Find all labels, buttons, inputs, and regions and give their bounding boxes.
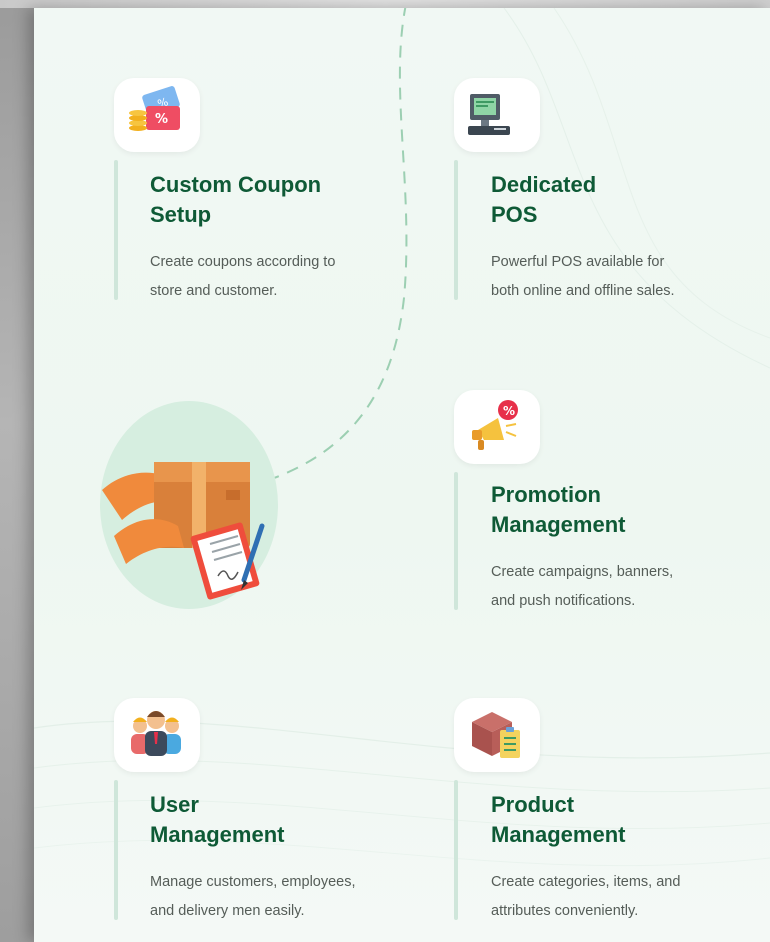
users-group-icon (131, 711, 181, 756)
features-panel: % % Custom Coupon Setup Create coupons a… (34, 8, 770, 942)
feature-description-line1: Create categories, items, and (491, 874, 681, 890)
pos-terminal-icon (468, 94, 510, 135)
feature-accent-bar (454, 472, 458, 610)
users-group-icon-tile (114, 698, 200, 772)
feature-description-line2: attributes conveniently. (491, 903, 639, 919)
megaphone-icon-tile: % (454, 390, 540, 464)
product-box-icon-tile (454, 698, 540, 772)
feature-description-line2: both online and offline sales. (491, 283, 675, 299)
feature-accent-bar (454, 780, 458, 920)
feature-title-line2: Management (491, 512, 626, 537)
feature-description-line1: Powerful POS available for (491, 254, 665, 270)
svg-text:%: % (503, 404, 515, 418)
feature-accent-bar (454, 160, 458, 300)
feature-accent-bar (114, 160, 118, 300)
feature-description-line2: and push notifications. (491, 593, 636, 609)
megaphone-icon: % (472, 400, 518, 450)
feature-title-line1: User (150, 792, 199, 817)
feature-description-line1: Create coupons according to (150, 254, 336, 270)
feature-accent-bar (114, 780, 118, 920)
delivery-package-icon (102, 462, 265, 600)
background-top-strip (0, 0, 770, 8)
coupon-icon-tile: % % (114, 78, 200, 152)
feature-title-line2: Setup (150, 202, 212, 227)
feature-description-line1: Create campaigns, banners, (491, 564, 674, 580)
product-box-icon (472, 712, 520, 758)
feature-description-line2: and delivery men easily. (150, 903, 305, 919)
svg-text:%: % (155, 112, 168, 127)
pos-terminal-icon-tile (454, 78, 540, 152)
feature-title-line1: Dedicated (491, 172, 597, 197)
feature-title-line1: Custom Coupon (150, 172, 322, 197)
coupon-icon: % % (129, 86, 180, 131)
feature-description-line2: store and customer. (150, 283, 278, 299)
feature-title-line1: Product (491, 792, 575, 817)
feature-description-line1: Manage customers, employees, (150, 874, 356, 890)
feature-title-line2: POS (491, 202, 538, 227)
feature-title-line1: Promotion (491, 482, 601, 507)
feature-title-line2: Management (150, 822, 285, 847)
feature-title-line2: Management (491, 822, 626, 847)
